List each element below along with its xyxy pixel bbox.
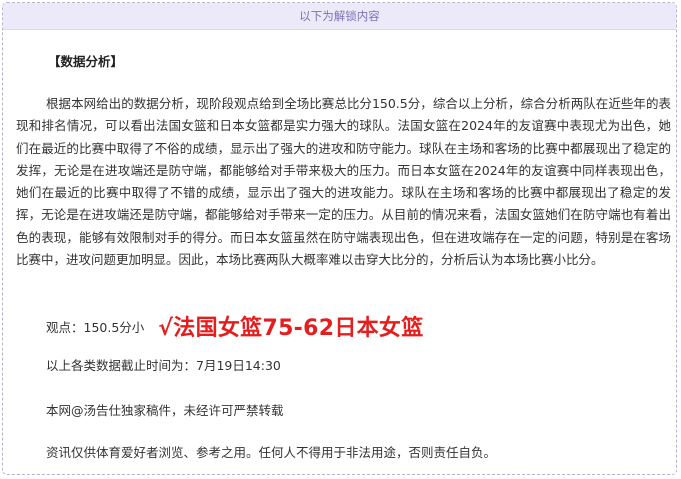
- disclaimer-text: 资讯仅供体育爱好者浏览、参考之用。任何人不得用于非法用途，否则责任自负。: [46, 445, 497, 460]
- unlock-banner-text: 以下为解锁内容: [299, 9, 380, 23]
- analysis-paragraph: 根据本网给出的数据分析，现阶段观点给到全场比赛总比分150.5分，综合以上分析，…: [16, 96, 671, 268]
- copyright-notice: 本网@汤告仕独家稿件，未经许可严禁转载: [46, 403, 284, 418]
- unlocked-content-frame: 以下为解锁内容 【数据分析】 根据本网给出的数据分析，现阶段观点给到全场比赛总比…: [2, 2, 677, 475]
- score-prediction: √法国女篮75-62日本女篮: [158, 316, 424, 341]
- viewpoint-label: 观点：150.5分小: [46, 319, 145, 335]
- data-cutoff-time: 以上各类数据截止时间为：7月19日14:30: [46, 358, 281, 373]
- viewpoint-row: 观点：150.5分小 √法国女篮75-62日本女篮: [46, 309, 424, 343]
- section-title: 【数据分析】: [48, 54, 124, 69]
- unlock-banner: 以下为解锁内容: [3, 3, 676, 30]
- article-content: 【数据分析】 根据本网给出的数据分析，现阶段观点给到全场比赛总比分150.5分，…: [16, 29, 671, 474]
